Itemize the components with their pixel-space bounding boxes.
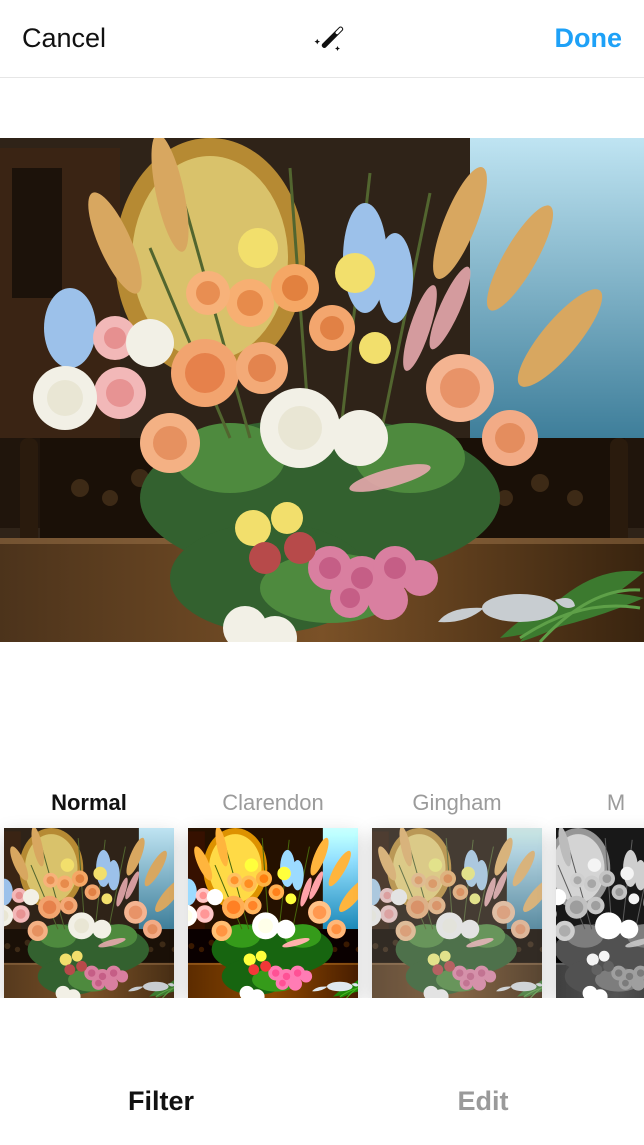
filter-thumbnail	[372, 828, 542, 998]
filter-thumbnail	[188, 828, 358, 998]
filter-normal[interactable]: Normal	[4, 790, 174, 998]
photo-preview[interactable]	[0, 138, 644, 642]
filter-m[interactable]: M	[556, 790, 644, 998]
photo-content	[0, 138, 644, 642]
filter-label: Clarendon	[188, 790, 358, 818]
tab-edit[interactable]: Edit	[322, 1086, 644, 1117]
bottom-tabs: Filter Edit	[0, 1057, 644, 1145]
magic-wand-icon	[309, 18, 351, 60]
filter-label: M	[556, 790, 644, 818]
filter-label: Normal	[4, 790, 174, 818]
auto-enhance-button[interactable]	[307, 16, 353, 62]
filter-gingham[interactable]: Gingham	[372, 790, 542, 998]
filter-label: Gingham	[372, 790, 542, 818]
done-button[interactable]: Done	[554, 23, 622, 54]
filter-clarendon[interactable]: Clarendon	[188, 790, 358, 998]
filter-thumbnail	[4, 828, 174, 998]
filter-thumbnail	[556, 828, 644, 998]
cancel-button[interactable]: Cancel	[22, 23, 106, 54]
header: Cancel Done	[0, 0, 644, 78]
filter-strip[interactable]: Normal Clarendon Gingham M	[0, 790, 644, 998]
tab-filter[interactable]: Filter	[0, 1086, 322, 1117]
